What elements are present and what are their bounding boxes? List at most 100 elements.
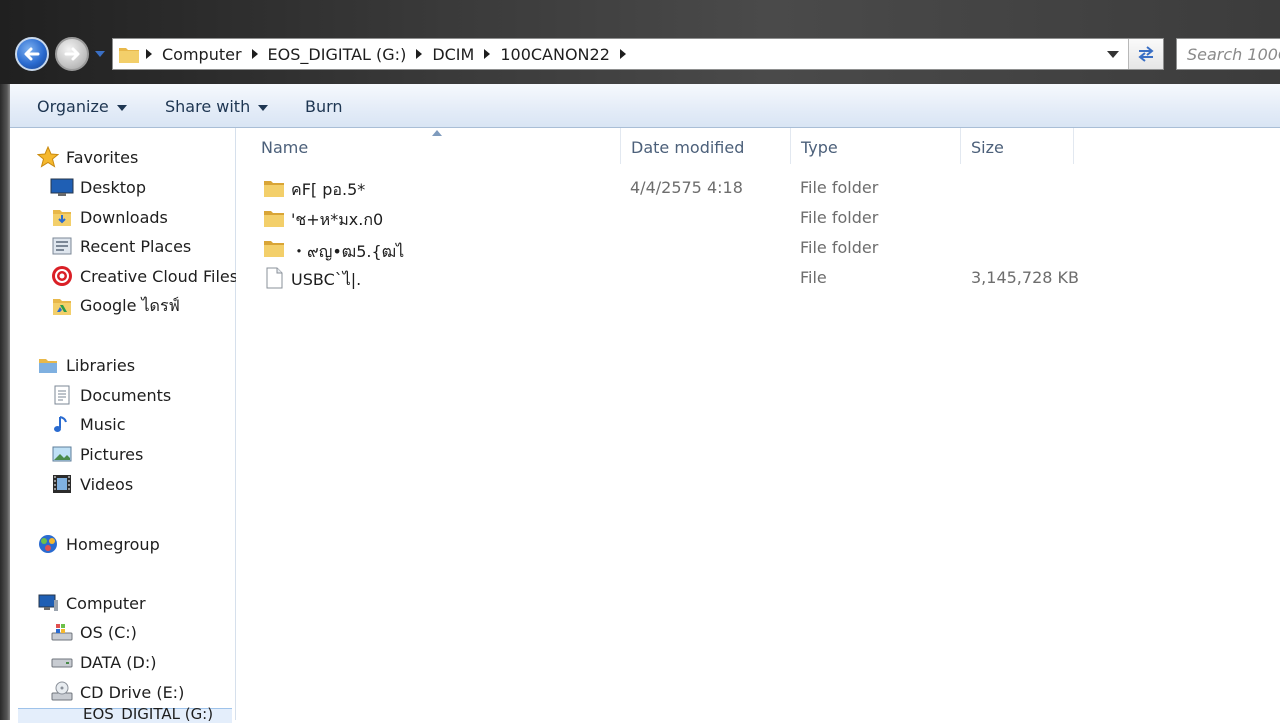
libraries-icon [36, 354, 60, 376]
refresh-arrows-icon [1138, 46, 1154, 62]
sidebar-item-label: Music [80, 414, 126, 434]
sidebar-item-drive-c[interactable]: OS (C:) [50, 618, 137, 646]
videos-icon [50, 473, 74, 495]
table-row[interactable]: USBC`ไ|. File 3,145,728 KB [236, 263, 1280, 293]
file-name: USBC`ไ|. [291, 270, 362, 289]
sidebar-item-label: Videos [80, 474, 134, 494]
sidebar-libraries[interactable]: Libraries [36, 351, 135, 379]
file-name: 'ช+ห*มx.ก0 [291, 210, 384, 229]
back-arrow-icon [24, 47, 40, 61]
recent-pages-dropdown-icon[interactable] [94, 49, 106, 59]
downloads-folder-icon [50, 206, 74, 228]
sidebar-item-label: DATA (D:) [80, 652, 157, 672]
sidebar-item-label: OS (C:) [80, 622, 137, 642]
file-type: File folder [800, 178, 879, 197]
sidebar-item-documents[interactable]: Documents [50, 381, 171, 409]
table-row[interactable]: ・๙ญ•ฒ5.{ฒไ File folder [236, 233, 1280, 263]
file-list: Name Date modified Type Size คF[ pอ.5* 4… [236, 128, 1280, 720]
file-type: File [800, 268, 827, 287]
sidebar-item-label: CD Drive (E:) [80, 682, 185, 702]
sidebar-item-label: Desktop [80, 177, 146, 197]
table-row[interactable]: คF[ pอ.5* 4/4/2575 4:18 File folder [236, 173, 1280, 203]
column-header-type[interactable]: Type [791, 128, 961, 164]
creative-cloud-icon [50, 265, 74, 287]
sidebar-libraries-label: Libraries [66, 355, 136, 375]
sidebar-item-label: Creative Cloud Files [80, 266, 239, 286]
file-name: คF[ pอ.5* [291, 180, 366, 199]
sidebar-item-drive-g[interactable]: EOS_DIGITAL (G:) [18, 707, 232, 723]
address-history-dropdown-icon[interactable] [1107, 51, 1119, 59]
sidebar-item-label: Google ไดรฟ์ [80, 295, 180, 315]
column-header-size[interactable]: Size [961, 128, 1074, 164]
table-row[interactable]: 'ช+ห*มx.ก0 File folder [236, 203, 1280, 233]
file-date: 4/4/2575 4:18 [630, 178, 743, 197]
column-header-date-modified[interactable]: Date modified [621, 128, 791, 164]
command-bar: Organize Share with Burn [10, 84, 1280, 128]
breadcrumb-separator-icon[interactable] [614, 49, 632, 59]
share-with-label: Share with [165, 97, 251, 116]
recent-places-icon [50, 235, 74, 257]
chevron-down-icon [258, 104, 269, 111]
organize-label: Organize [37, 97, 109, 116]
file-size: 3,145,728 KB [971, 268, 1079, 287]
refresh-button[interactable] [1128, 39, 1163, 69]
sidebar-item-videos[interactable]: Videos [50, 470, 133, 498]
sidebar-item-creative-cloud[interactable]: Creative Cloud Files [50, 262, 238, 290]
sidebar-homegroup[interactable]: Homegroup [36, 530, 160, 558]
documents-icon [50, 384, 74, 406]
breadcrumb-separator-icon[interactable] [478, 49, 496, 59]
homegroup-icon [36, 533, 60, 555]
window-frame [0, 84, 10, 720]
share-with-button[interactable]: Share with [165, 97, 269, 116]
sidebar-item-label: Downloads [80, 207, 168, 227]
forward-button[interactable] [55, 37, 89, 71]
breadcrumb-separator-icon[interactable] [246, 49, 264, 59]
cd-drive-icon [50, 681, 74, 703]
sidebar-item-label: Documents [80, 385, 172, 405]
breadcrumb-dcim[interactable]: DCIM [428, 45, 478, 64]
folder-icon [264, 211, 284, 227]
folder-icon [264, 241, 284, 257]
google-drive-folder-icon [50, 295, 74, 317]
hard-drive-icon [50, 651, 74, 673]
sidebar-favorites-label: Favorites [66, 147, 139, 167]
address-folder-icon [119, 48, 139, 63]
title-bar: Computer EOS_DIGITAL (G:) DCIM 100CANON2… [0, 0, 1280, 84]
pictures-icon [50, 443, 74, 465]
desktop-icon [50, 176, 74, 198]
sidebar-item-google-drive[interactable]: Google ไดรฟ์ [50, 292, 180, 320]
folder-icon [264, 181, 284, 197]
column-header-name[interactable]: Name [251, 128, 621, 164]
burn-button[interactable]: Burn [305, 97, 343, 116]
sidebar-item-label: EOS_DIGITAL (G:) [83, 707, 214, 721]
music-icon [50, 413, 74, 435]
sidebar-computer[interactable]: Computer [36, 589, 146, 617]
address-bar[interactable]: Computer EOS_DIGITAL (G:) DCIM 100CANON2… [112, 38, 1164, 70]
organize-button[interactable]: Organize [37, 97, 127, 116]
sidebar-item-music[interactable]: Music [50, 410, 126, 438]
sidebar-favorites[interactable]: Favorites [36, 143, 138, 171]
file-icon [266, 267, 283, 289]
sidebar-item-desktop[interactable]: Desktop [50, 173, 146, 201]
sidebar-computer-label: Computer [66, 593, 146, 613]
sidebar-item-drive-e[interactable]: CD Drive (E:) [50, 678, 184, 706]
sidebar-item-recent-places[interactable]: Recent Places [50, 232, 191, 260]
sidebar-item-downloads[interactable]: Downloads [50, 203, 168, 231]
computer-icon [36, 592, 60, 614]
system-drive-icon [50, 621, 74, 643]
search-input[interactable]: Search 100CANON22 [1176, 38, 1280, 70]
chevron-down-icon [116, 104, 127, 111]
breadcrumb-separator-icon[interactable] [140, 49, 158, 59]
breadcrumb-computer[interactable]: Computer [158, 45, 246, 64]
sidebar-item-drive-d[interactable]: DATA (D:) [50, 648, 157, 676]
forward-arrow-icon [64, 47, 80, 61]
sidebar-item-pictures[interactable]: Pictures [50, 440, 143, 468]
navigation-pane: Favorites Desktop Downloads Recent Place… [10, 128, 238, 723]
back-button[interactable] [15, 37, 49, 71]
breadcrumb-drive[interactable]: EOS_DIGITAL (G:) [264, 45, 411, 64]
file-type: File folder [800, 238, 879, 257]
breadcrumb-separator-icon[interactable] [410, 49, 428, 59]
file-type: File folder [800, 208, 879, 227]
star-icon [36, 146, 60, 168]
breadcrumb-current-folder[interactable]: 100CANON22 [496, 45, 614, 64]
